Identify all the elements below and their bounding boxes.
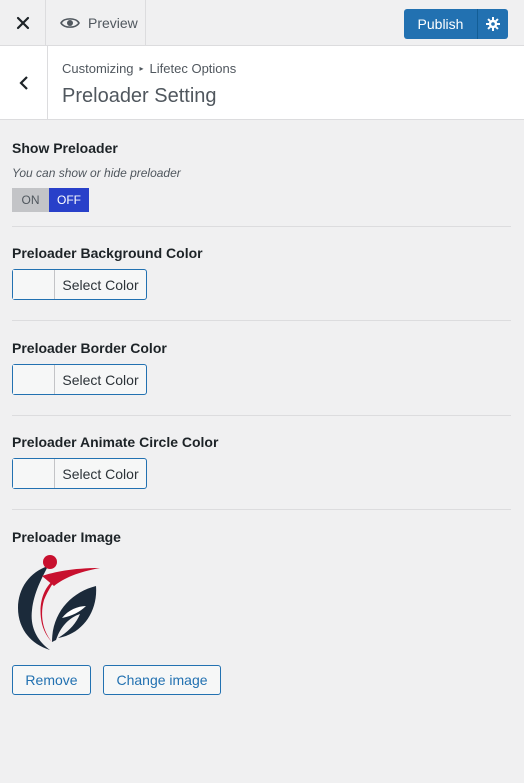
color-swatch (13, 365, 55, 394)
remove-image-button[interactable]: Remove (12, 665, 91, 695)
publish-button[interactable]: Publish (404, 9, 478, 39)
breadcrumb: Customizing ▸ Lifetec Options (62, 61, 236, 76)
border-color-title: Preloader Border Color (12, 340, 167, 356)
divider (12, 226, 511, 227)
toggle-on-option[interactable]: ON (12, 188, 49, 212)
show-preloader-title: Show Preloader (12, 140, 118, 156)
close-button[interactable] (0, 0, 46, 46)
divider (12, 320, 511, 321)
publish-group: Publish (404, 9, 508, 39)
background-color-title: Preloader Background Color (12, 245, 203, 261)
preloader-image-title: Preloader Image (12, 529, 121, 545)
section-title: Preloader Setting (62, 85, 217, 107)
publish-settings-button[interactable] (478, 9, 508, 39)
show-preloader-description: You can show or hide preloader (12, 166, 181, 180)
breadcrumb-root: Customizing (62, 61, 134, 76)
customizer-topbar: Preview Publish (0, 0, 524, 46)
preview-label: Preview (88, 15, 138, 31)
preview-button[interactable]: Preview (46, 0, 146, 46)
circle-color-picker-button[interactable]: Select Color (12, 458, 147, 489)
color-swatch (13, 270, 55, 299)
color-swatch (13, 459, 55, 488)
eye-icon (60, 18, 80, 28)
toggle-off-option[interactable]: OFF (49, 188, 89, 212)
breadcrumb-parent: Lifetec Options (149, 61, 237, 76)
breadcrumb-arrow-icon: ▸ (139, 64, 144, 73)
preloader-image-control: Preloader Image (12, 529, 511, 545)
select-color-label: Select Color (62, 465, 139, 482)
close-icon (16, 16, 29, 30)
border-color-control: Preloader Border Color (12, 340, 511, 356)
divider (12, 509, 511, 510)
select-color-label: Select Color (62, 371, 139, 388)
background-color-picker-button[interactable]: Select Color (12, 269, 147, 300)
gear-icon (486, 17, 500, 31)
circle-color-control: Preloader Animate Circle Color (12, 434, 511, 450)
chevron-left-icon (18, 75, 28, 90)
select-color-label: Select Color (62, 276, 139, 293)
change-image-button[interactable]: Change image (103, 665, 221, 695)
show-preloader-control: Show Preloader You can show or hide prel… (12, 140, 511, 180)
section-header: Customizing ▸ Lifetec Options Preloader … (0, 46, 524, 120)
show-preloader-toggle[interactable]: ON OFF (12, 188, 89, 212)
back-button[interactable] (0, 46, 48, 119)
border-color-picker-button[interactable]: Select Color (12, 364, 147, 395)
background-color-control: Preloader Background Color (12, 245, 511, 261)
divider (12, 415, 511, 416)
preloader-logo-image (18, 555, 100, 650)
circle-color-title: Preloader Animate Circle Color (12, 434, 219, 450)
